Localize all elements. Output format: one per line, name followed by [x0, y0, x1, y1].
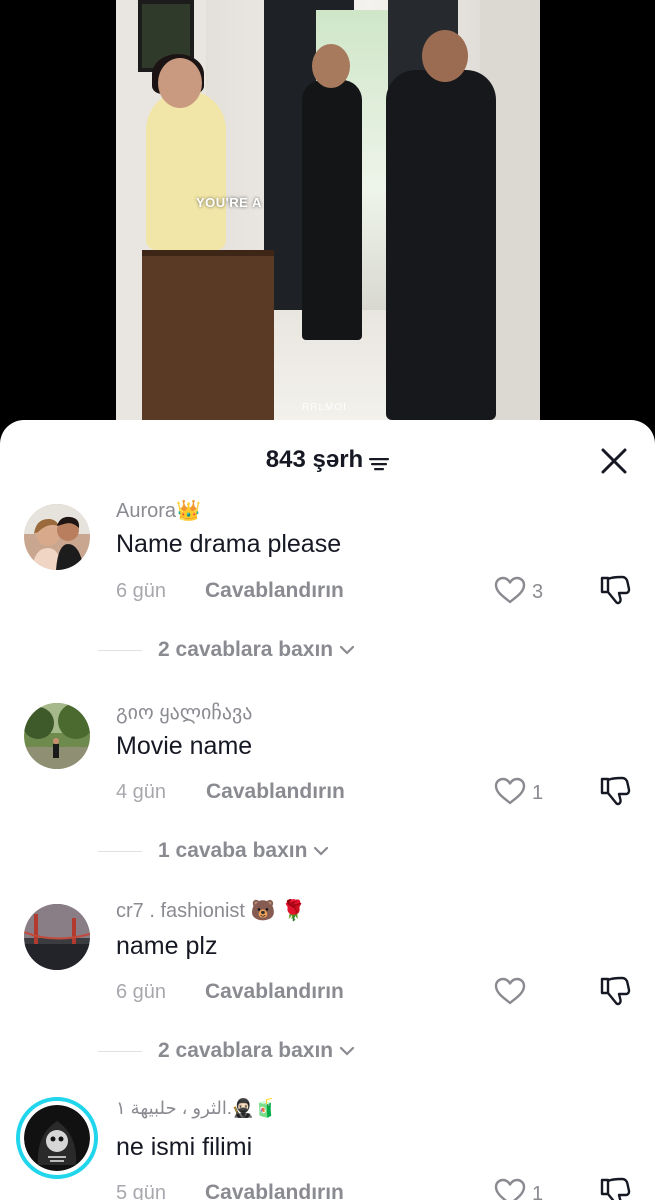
heart-icon	[494, 576, 526, 604]
view-replies-label: 1 cavaba baxın	[158, 839, 308, 862]
dislike-button[interactable]	[598, 975, 632, 1007]
video-scene-man-right-head	[422, 30, 468, 82]
view-replies-label: 2 cavablara baxın	[158, 638, 334, 661]
view-replies-button[interactable]: 2 cavablara baxın	[98, 1039, 355, 1063]
comment-text[interactable]: name plz	[116, 932, 217, 961]
video-scene-woman	[146, 90, 226, 250]
like-button[interactable]	[494, 977, 528, 1007]
like-count: 1	[532, 1183, 544, 1200]
avatar-with-story[interactable]	[16, 1097, 98, 1179]
view-replies-button[interactable]: 2 cavablara baxın	[98, 638, 355, 662]
like-count: 1	[532, 782, 544, 804]
comment-time: 6 gün	[116, 580, 167, 602]
divider	[98, 649, 142, 651]
like-count: 3	[532, 581, 544, 603]
comment-username[interactable]: cr7 . fashionist 🐻 🌹	[116, 898, 306, 923]
comment-username[interactable]: Aurora👑	[116, 498, 201, 523]
video-scene-man-right	[386, 70, 496, 420]
comment-text[interactable]: ne ismi filimi	[116, 1133, 252, 1162]
video-scene-dresser	[142, 250, 274, 420]
video-scene-man-left	[302, 80, 362, 340]
thumbs-down-icon	[600, 776, 631, 806]
comment-time: 5 gün	[116, 1182, 167, 1200]
comment-username[interactable]: الثرو ، حلبيهة ١.🥷🏻🧃	[116, 1098, 277, 1119]
reply-button[interactable]: Cavablandırın	[206, 780, 345, 804]
chevron-down-icon	[340, 645, 355, 655]
reply-button[interactable]: Cavablandırın	[205, 1181, 344, 1200]
dislike-button[interactable]	[598, 1176, 632, 1200]
heart-icon	[494, 977, 526, 1005]
avatar[interactable]	[24, 504, 90, 570]
comment-username[interactable]: გიო ყალიჩავა	[116, 700, 252, 725]
comment-text[interactable]: Movie name	[116, 732, 252, 761]
like-button[interactable]	[494, 576, 528, 606]
thumbs-down-icon	[600, 976, 631, 1006]
video-player[interactable]: YOU'RE A RRLMOI	[0, 0, 655, 440]
comment-item: الثرو ، حلبيهة ١.🥷🏻🧃 ne ismi filimi 5 gü…	[0, 1097, 655, 1200]
comments-sheet: 843 şərh Aurora👑 Name drama please 6 gün	[0, 420, 655, 1200]
heart-icon	[494, 1178, 526, 1200]
divider	[98, 850, 142, 852]
comment-count-title[interactable]: 843 şərh	[0, 446, 655, 474]
video-frame[interactable]: YOU'RE A RRLMOI	[116, 0, 540, 420]
reply-button[interactable]: Cavablandırın	[205, 579, 344, 603]
comment-count-label: 843 şərh	[265, 446, 364, 473]
view-replies-button[interactable]: 1 cavaba baxın	[98, 839, 329, 863]
divider	[98, 1050, 142, 1052]
dislike-button[interactable]	[598, 574, 632, 606]
avatar[interactable]	[24, 904, 90, 970]
dislike-button[interactable]	[598, 775, 632, 807]
video-scene-man-left-head	[312, 44, 350, 88]
like-button[interactable]	[494, 777, 528, 807]
comments-header: 843 şərh	[0, 420, 655, 500]
avatar[interactable]	[24, 703, 90, 769]
comment-time: 6 gün	[116, 981, 167, 1003]
comment-time: 4 gün	[116, 781, 167, 803]
filter-icon[interactable]	[369, 451, 390, 470]
thumbs-down-icon	[600, 1177, 631, 1200]
comment-item: გიო ყალიჩავა Movie name 4 gün Cavablandı…	[0, 700, 655, 900]
heart-icon	[494, 777, 526, 805]
close-button[interactable]	[597, 444, 631, 478]
reply-button[interactable]: Cavablandırın	[205, 980, 344, 1004]
video-scene-woman-head	[158, 58, 202, 108]
close-icon	[601, 448, 627, 474]
thumbs-down-icon	[600, 575, 631, 605]
chevron-down-icon	[314, 846, 329, 856]
chevron-down-icon	[340, 1046, 355, 1056]
video-caption: YOU'RE A	[196, 195, 262, 210]
video-watermark: RRLMOI	[302, 402, 347, 413]
comment-item: cr7 . fashionist 🐻 🌹 name plz 6 gün Cava…	[0, 898, 655, 1098]
comment-item: Aurora👑 Name drama please 6 gün Cavablan…	[0, 498, 655, 698]
like-button[interactable]	[494, 1178, 528, 1200]
view-replies-label: 2 cavablara baxın	[158, 1039, 334, 1062]
comment-text[interactable]: Name drama please	[116, 530, 341, 559]
